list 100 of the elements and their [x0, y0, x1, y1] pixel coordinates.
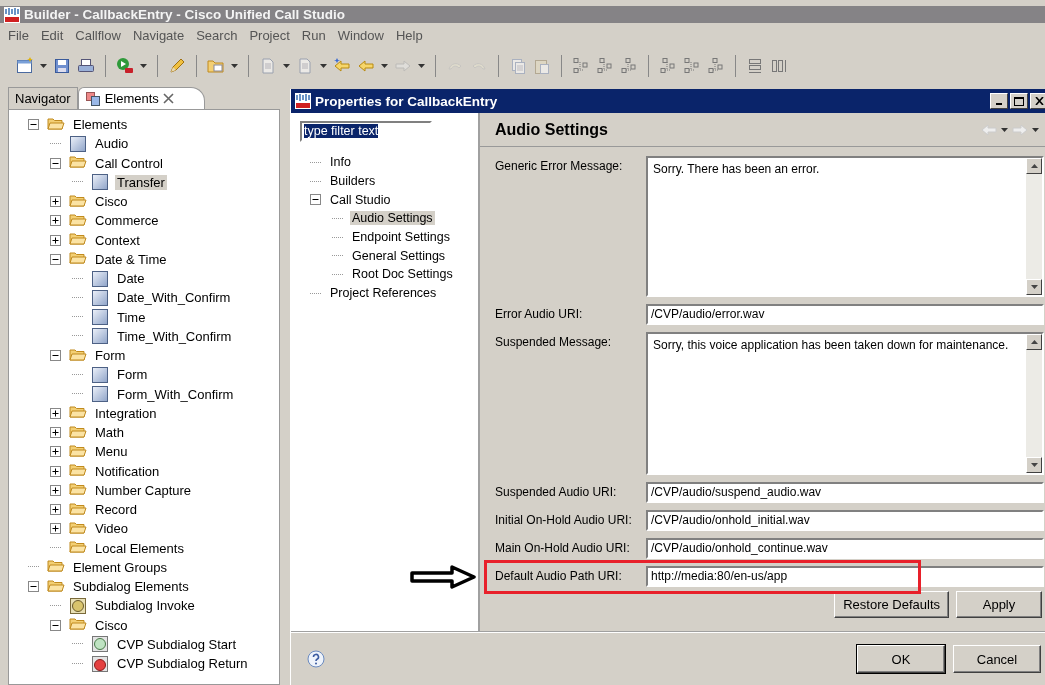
page-item[interactable]: Endpoint Settings — [350, 230, 452, 245]
tree-item[interactable]: Audio — [93, 136, 131, 152]
tree-item[interactable]: Menu — [93, 444, 130, 460]
scroll-down-icon[interactable] — [1030, 285, 1038, 289]
caret-icon[interactable] — [1032, 127, 1039, 132]
layout-icon[interactable] — [707, 57, 725, 75]
tree-item[interactable]: CVP Subdialog Start — [115, 636, 238, 652]
input-field[interactable]: /CVP/audio/onhold_initial.wav — [646, 510, 1044, 531]
page-item[interactable]: Root Doc Settings — [350, 267, 455, 282]
run-icon[interactable] — [116, 57, 134, 75]
expand-icon[interactable] — [50, 465, 61, 477]
input-field[interactable]: /CVP/audio/onhold_continue.wav — [646, 538, 1044, 559]
expand-icon[interactable] — [50, 215, 61, 227]
menubar-entry[interactable]: Navigate — [132, 27, 185, 43]
pencil-icon[interactable] — [168, 57, 186, 75]
caret-icon[interactable] — [320, 64, 327, 68]
caret-icon[interactable] — [140, 64, 147, 68]
page-item[interactable]: Call Studio — [328, 192, 393, 207]
page-item[interactable]: Project References — [328, 286, 439, 301]
tree-item[interactable]: Subdialog Elements — [71, 579, 191, 595]
menubar-entry[interactable]: Search — [196, 27, 238, 43]
expand-icon[interactable] — [50, 427, 61, 439]
tree-item[interactable]: Math — [93, 425, 126, 441]
tree-item[interactable]: Form — [93, 348, 128, 364]
layout-icon[interactable] — [770, 57, 788, 75]
save-icon[interactable] — [53, 57, 71, 75]
caret-icon[interactable] — [381, 64, 388, 68]
folder-icon[interactable] — [207, 57, 225, 75]
tree-item[interactable]: Element Groups — [71, 559, 169, 575]
text-area[interactable]: Sorry. There has been an error. — [646, 156, 1044, 297]
minimize-button[interactable] — [990, 93, 1008, 109]
tree-item[interactable]: Record — [93, 502, 139, 518]
scrollbar[interactable] — [1026, 158, 1042, 295]
tree-item[interactable]: Commerce — [93, 213, 161, 229]
tree-item[interactable]: Call Control — [93, 155, 165, 171]
tree-item[interactable]: Number Capture — [93, 482, 194, 498]
filter-field[interactable]: type filter text — [300, 121, 432, 142]
expand-icon[interactable] — [50, 407, 61, 419]
panel-tab[interactable]: Elements — [77, 87, 205, 109]
layout-icon[interactable] — [620, 57, 638, 75]
collapse-icon[interactable] — [28, 581, 39, 593]
menubar-entry[interactable]: Callflow — [75, 27, 121, 43]
menubar-entry[interactable]: Window — [337, 27, 384, 43]
caret-icon[interactable] — [231, 64, 238, 68]
page-item[interactable]: General Settings — [350, 248, 448, 263]
expand-icon[interactable] — [50, 196, 61, 208]
tree-item[interactable]: Integration — [93, 405, 159, 421]
maximize-button[interactable] — [1010, 93, 1028, 109]
print-icon[interactable] — [77, 57, 95, 75]
text-area[interactable]: Sorry, this voice application has been taken down for maintenance. — [646, 332, 1044, 475]
tree-item[interactable]: Subdialog Invoke — [93, 598, 197, 614]
back-arrow-icon[interactable] — [333, 57, 351, 75]
scroll-up-icon[interactable] — [1030, 340, 1038, 344]
tree-item[interactable]: Local Elements — [93, 540, 186, 556]
tree-item[interactable]: Time_With_Confirm — [115, 328, 234, 344]
tree-item[interactable]: CVP Subdialog Return — [115, 656, 250, 672]
expand-icon[interactable] — [50, 234, 61, 246]
tree-item[interactable]: Cisco — [93, 617, 130, 633]
tree-item[interactable]: Time — [115, 309, 148, 325]
input-field[interactable]: /CVP/audio/suspend_audio.wav — [646, 482, 1044, 503]
collapse-icon[interactable] — [50, 157, 61, 169]
expand-icon[interactable] — [50, 504, 61, 516]
caret-icon[interactable] — [1001, 127, 1008, 132]
collapse-icon[interactable] — [50, 619, 61, 631]
expand-icon[interactable] — [50, 523, 61, 535]
dialog-button[interactable]: Cancel — [953, 645, 1041, 673]
close-button[interactable] — [1030, 93, 1045, 109]
menubar-entry[interactable]: File — [8, 27, 29, 43]
scroll-up-icon[interactable] — [1030, 164, 1038, 168]
collapse-icon[interactable] — [28, 119, 39, 131]
new-file-icon[interactable] — [16, 57, 34, 75]
help-icon[interactable] — [307, 650, 325, 668]
scrollbar[interactable] — [1026, 334, 1042, 473]
layout-icon[interactable] — [746, 57, 764, 75]
expand-icon[interactable] — [50, 446, 61, 458]
menubar-entry[interactable]: Project — [249, 27, 290, 43]
page-item[interactable]: Audio Settings — [350, 211, 435, 226]
tree-item[interactable]: Form — [115, 367, 150, 383]
caret-icon[interactable] — [283, 64, 290, 68]
layout-icon[interactable] — [572, 57, 590, 75]
menubar-entry[interactable]: Edit — [40, 27, 64, 43]
tree-item[interactable]: Cisco — [93, 194, 130, 210]
close-icon[interactable] — [162, 93, 174, 104]
layout-icon[interactable] — [683, 57, 701, 75]
panel-tab[interactable]: Navigator — [8, 87, 78, 109]
input-field[interactable]: /CVP/audio/error.wav — [646, 304, 1044, 325]
tree-item[interactable]: Video — [93, 521, 130, 537]
collapse-icon[interactable] — [50, 350, 61, 362]
tree-item[interactable]: Notification — [93, 463, 162, 479]
tree-item[interactable]: Date — [115, 271, 147, 287]
layout-icon[interactable] — [659, 57, 677, 75]
collapse-icon[interactable] — [310, 194, 321, 206]
tree-item[interactable]: Date_With_Confirm — [115, 290, 233, 306]
menubar-entry[interactable]: Run — [301, 27, 326, 43]
menubar-entry[interactable]: Help — [395, 27, 423, 43]
scroll-down-icon[interactable] — [1030, 463, 1038, 467]
caret-icon[interactable] — [40, 64, 47, 68]
collapse-icon[interactable] — [50, 253, 61, 265]
input-field[interactable]: http://media:80/en-us/app — [646, 566, 1044, 587]
layout-icon[interactable] — [596, 57, 614, 75]
